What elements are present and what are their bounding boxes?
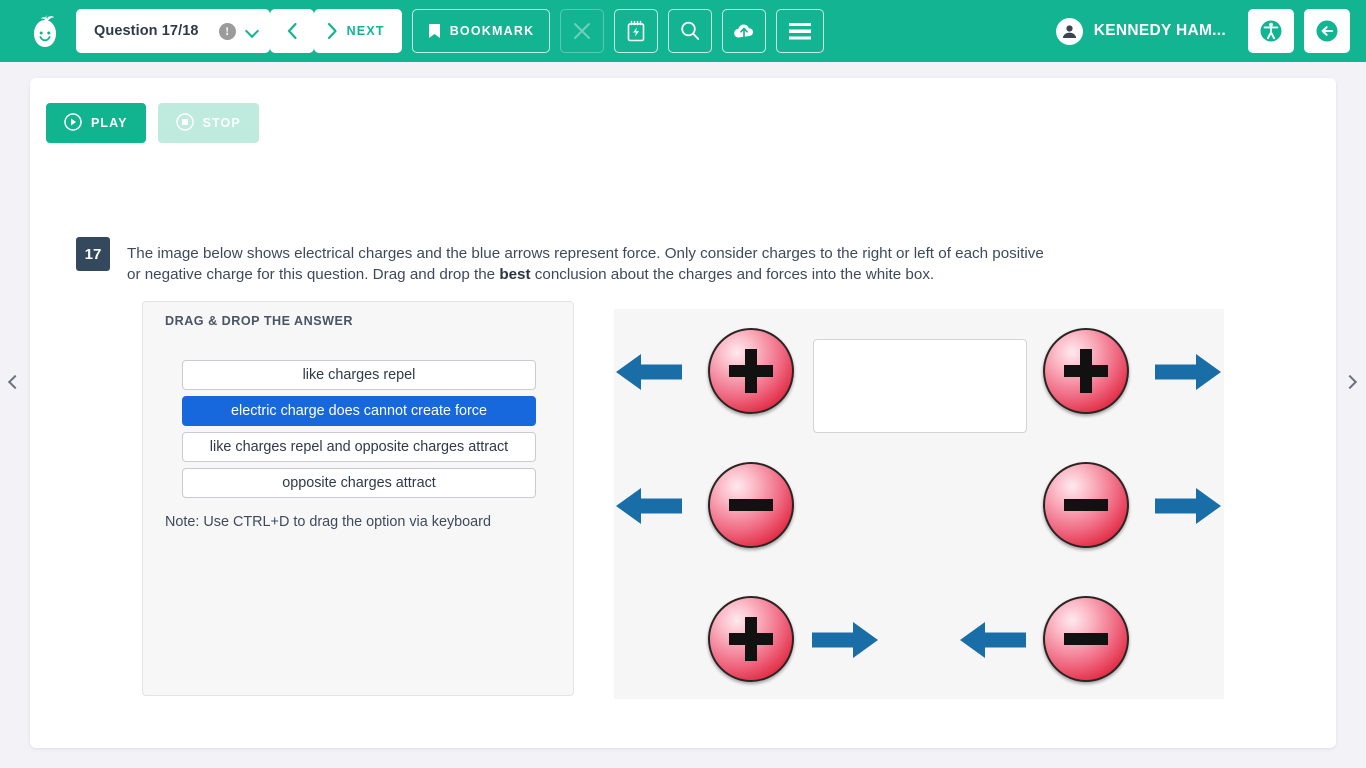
- app-header: Question 17/18 ! NEXT BOOKMARK KENNEDY H…: [0, 0, 1366, 62]
- drag-option[interactable]: electric charge does cannot create force: [182, 396, 536, 426]
- bookmark-button[interactable]: BOOKMARK: [411, 9, 551, 53]
- header-right-group: KENNEDY HAM...: [1055, 9, 1366, 53]
- close-button[interactable]: [560, 9, 605, 53]
- user-avatar-icon: [1055, 17, 1083, 45]
- positive-charge: [708, 596, 794, 682]
- user-menu[interactable]: KENNEDY HAM...: [1055, 17, 1226, 45]
- drag-option[interactable]: opposite charges attract: [182, 468, 536, 498]
- notes-button[interactable]: [614, 9, 659, 53]
- accessibility-button[interactable]: [1248, 9, 1294, 53]
- plus-sign-vertical: [1080, 349, 1092, 393]
- exclamation-circle-icon: !: [218, 22, 236, 40]
- next-question-button[interactable]: NEXT: [313, 9, 402, 53]
- plus-sign-vertical: [745, 349, 757, 393]
- notepad-icon: [626, 20, 646, 42]
- chevron-right-icon: [1342, 374, 1358, 390]
- user-name-label: KENNEDY HAM...: [1093, 22, 1226, 39]
- chevron-left-icon: [286, 22, 298, 40]
- question-text-part2: conclusion about the charges and forces …: [530, 266, 935, 283]
- stop-button[interactable]: STOP: [157, 103, 259, 143]
- close-x-icon: [572, 21, 592, 41]
- drag-and-drop-panel: DRAG & DROP THE ANSWER like charges repe…: [142, 301, 574, 696]
- page-next-arrow[interactable]: [1341, 372, 1365, 396]
- play-button[interactable]: PLAY: [46, 103, 146, 143]
- drag-drop-title: DRAG & DROP THE ANSWER: [165, 314, 354, 328]
- force-arrow-left: [614, 350, 682, 394]
- hamburger-menu-icon: [787, 21, 813, 41]
- bookmark-button-label: BOOKMARK: [449, 24, 535, 38]
- question-text: The image below shows electrical charges…: [127, 243, 1057, 285]
- negative-charge: [1043, 462, 1129, 548]
- keyboard-hint-note: Note: Use CTRL+D to drag the option via …: [165, 514, 491, 530]
- chevron-right-icon: [326, 22, 338, 40]
- next-button-label: NEXT: [346, 24, 385, 38]
- charges-diagram: [614, 309, 1224, 699]
- question-selector[interactable]: Question 17/18 !: [76, 9, 270, 53]
- page-prev-arrow[interactable]: [6, 372, 30, 396]
- minus-sign: [729, 499, 773, 511]
- minus-sign: [1064, 633, 1108, 645]
- media-controls: PLAY STOP: [46, 103, 259, 143]
- positive-charge: [708, 328, 794, 414]
- plus-sign-vertical: [745, 617, 757, 661]
- question-emphasis: best: [499, 266, 531, 283]
- prev-question-button[interactable]: [269, 9, 314, 53]
- drag-drop-option-list: like charges repel electric charge does …: [182, 360, 536, 504]
- logout-arrow-icon: [1315, 19, 1339, 43]
- question-label: Question 17/18: [94, 23, 199, 39]
- force-arrow-right: [1155, 484, 1223, 528]
- cloud-upload-icon: [733, 23, 755, 40]
- drag-option[interactable]: like charges repel: [182, 360, 536, 390]
- positive-charge: [1043, 328, 1129, 414]
- negative-charge: [708, 462, 794, 548]
- logout-button[interactable]: [1304, 9, 1350, 53]
- play-button-label: PLAY: [91, 116, 128, 130]
- magnifier-icon: [679, 20, 701, 42]
- bookmark-icon: [428, 23, 441, 39]
- chevron-down-icon[interactable]: [246, 25, 258, 37]
- question-card: PLAY STOP 17 The image below shows elect…: [30, 78, 1336, 748]
- stop-button-label: STOP: [202, 116, 241, 130]
- play-circle-icon: [64, 112, 82, 134]
- chevron-left-icon: [7, 374, 23, 390]
- search-button[interactable]: [668, 9, 713, 53]
- force-arrow-right: [812, 618, 880, 662]
- upload-button[interactable]: [722, 9, 767, 53]
- answer-drop-box[interactable]: [813, 339, 1027, 433]
- negative-charge: [1043, 596, 1129, 682]
- minus-sign: [1064, 499, 1108, 511]
- accessibility-person-icon: [1259, 19, 1283, 43]
- question-number-badge: 17: [76, 237, 110, 271]
- force-arrow-left: [614, 484, 682, 528]
- pear-smiley-logo-icon[interactable]: [28, 11, 62, 51]
- drag-option[interactable]: like charges repel and opposite charges …: [182, 432, 536, 462]
- stop-circle-icon: [175, 112, 194, 134]
- menu-button[interactable]: [776, 9, 825, 53]
- force-arrow-right: [1155, 350, 1223, 394]
- force-arrow-left: [958, 618, 1026, 662]
